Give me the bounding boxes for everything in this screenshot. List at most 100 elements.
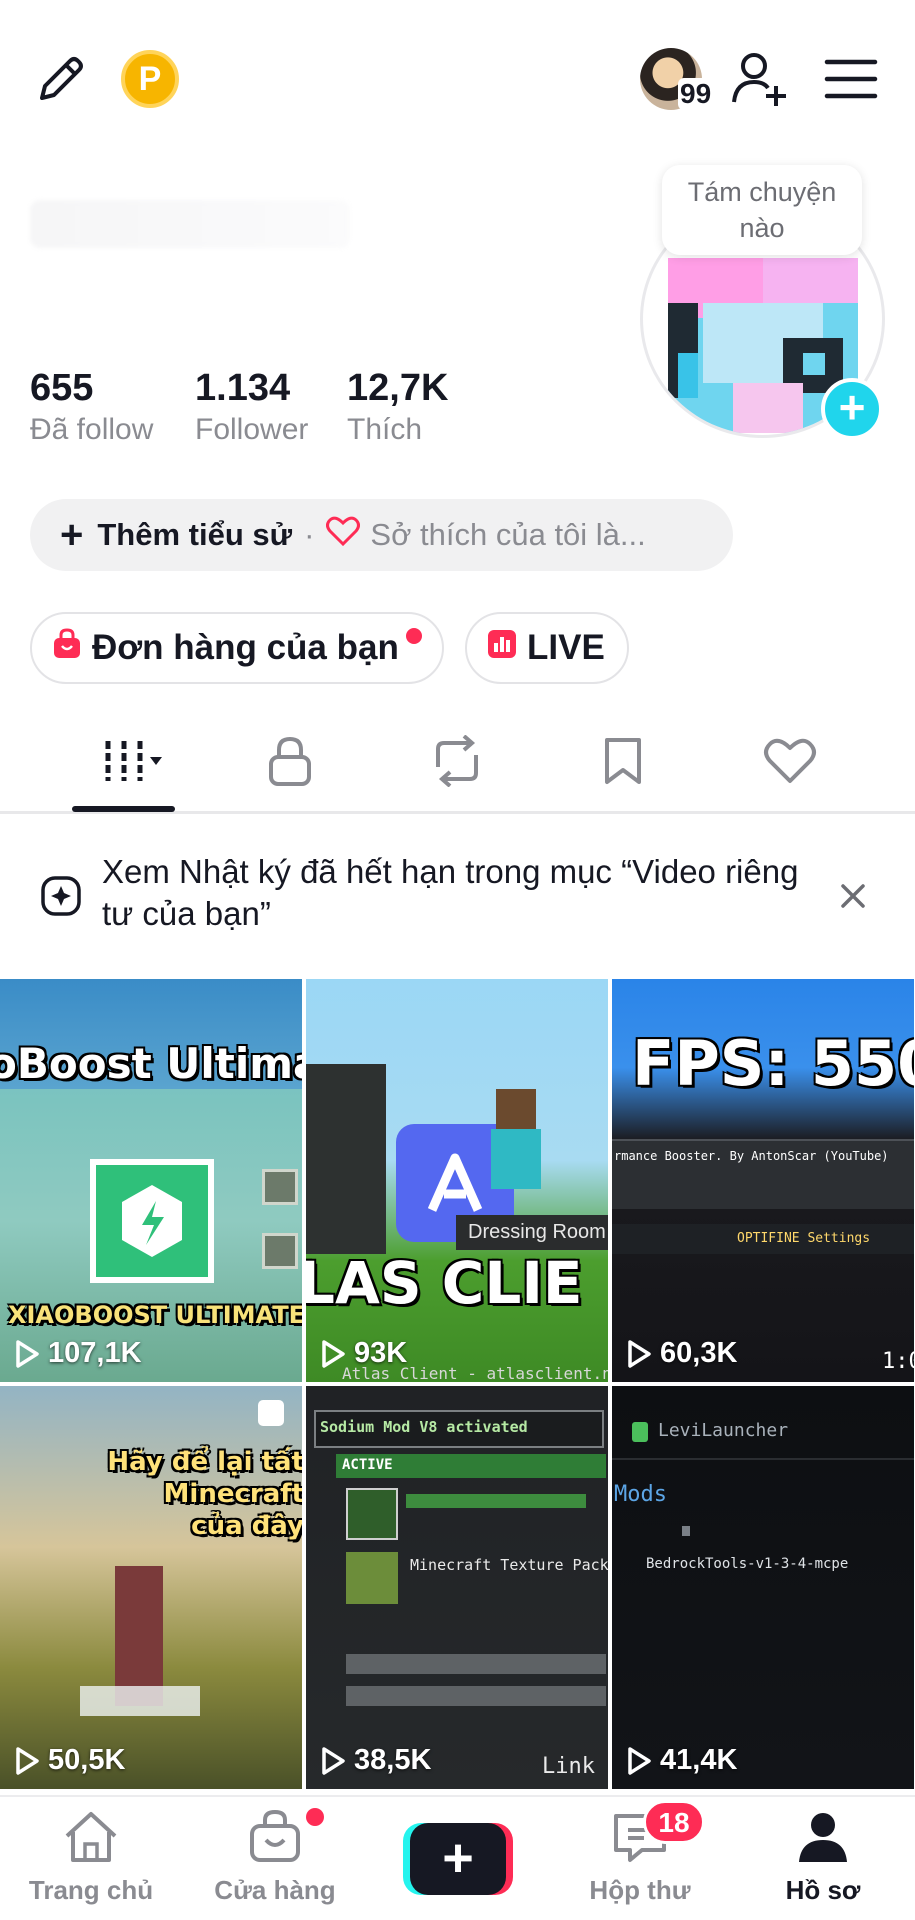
tab-liked[interactable]: [740, 718, 840, 808]
bio-pill[interactable]: + Thêm tiểu sử · Sở thích của tôi là...: [30, 499, 733, 571]
thumb-decor: [682, 1526, 690, 1536]
grid-icon: [84, 735, 164, 792]
thumb-caption: ACTIVE: [342, 1457, 393, 1473]
thumb-title: FPS: 550: [632, 1027, 914, 1100]
expired-stories-notice[interactable]: Xem Nhật ký đã hết hạn trong mục “Video …: [0, 845, 915, 963]
thumb-subtitle: rmance Booster. By AntonScar (YouTube): [614, 1149, 889, 1163]
shop-notification-dot: [306, 1808, 324, 1826]
thumb-decor: [306, 1064, 386, 1254]
live-button[interactable]: LIVE: [465, 612, 629, 684]
plus-icon: +: [60, 513, 84, 557]
thumb-caption: XIAOBOOST ULTIMATE: [8, 1301, 302, 1329]
nav-profile[interactable]: Hồ sơ: [738, 1797, 908, 1920]
shopping-bag-icon: [248, 1808, 302, 1869]
profile-tabs: [0, 718, 915, 814]
orders-notification-dot: [406, 628, 422, 644]
notice-text: Xem Nhật ký đã hết hạn trong mục “Video …: [102, 853, 799, 932]
thumb-decor: [346, 1686, 606, 1706]
view-count-text: 50,5K: [48, 1744, 126, 1776]
tab-saved[interactable]: [573, 718, 673, 808]
video-thumbnail[interactable]: LeviLauncher Mods BedrockTools-v1-3-4-mc…: [612, 1386, 914, 1789]
view-count: 93K: [320, 1337, 407, 1370]
steve-body: [491, 1129, 541, 1189]
plus-icon: +: [838, 381, 866, 433]
nav-home[interactable]: Trang chủ: [6, 1797, 176, 1920]
following-stat[interactable]: 655 Đã follow: [30, 366, 153, 448]
sodium-logo: [346, 1488, 398, 1540]
thumb-caption: Mods: [614, 1482, 667, 1507]
plus-icon: +: [442, 1828, 474, 1888]
following-count: 655: [30, 367, 94, 409]
heart-icon: [763, 737, 817, 790]
view-count-text: 93K: [354, 1337, 408, 1369]
add-user-icon: [730, 48, 792, 115]
thumb-decor: [346, 1654, 606, 1674]
bio-separator: ·: [304, 517, 315, 552]
avatar-tooltip[interactable]: Tám chuyện nào: [662, 165, 862, 255]
bio-hint: Sở thích của tôi là...: [370, 517, 646, 552]
orders-label: Đơn hàng của bạn: [92, 628, 399, 667]
xiaoboost-logo: [90, 1159, 214, 1283]
active-tab-indicator: [72, 806, 175, 812]
edit-profile-button[interactable]: [30, 50, 92, 112]
tab-reposts[interactable]: [407, 718, 507, 808]
followers-label: Follower: [195, 413, 309, 446]
grass-block: [346, 1552, 398, 1604]
tab-private[interactable]: [240, 718, 340, 808]
bottom-nav: Trang chủ Cửa hàng + Hộp thư Hồ sơ: [0, 1795, 915, 1920]
sparkle-icon: [40, 875, 82, 922]
hamburger-icon: [824, 57, 878, 106]
add-friend-button[interactable]: [730, 50, 792, 112]
view-count-text: 41,4K: [660, 1744, 738, 1776]
likes-count: 12,7K: [347, 367, 449, 409]
tab-videos[interactable]: [74, 718, 174, 808]
followers-stat[interactable]: 1.134 Follower: [195, 366, 308, 448]
likes-stat[interactable]: 12,7K Thích: [347, 366, 448, 448]
thumb-title: LeviLauncher: [658, 1420, 789, 1441]
live-chart-icon: [487, 628, 517, 668]
shopping-bag-icon: [52, 627, 82, 669]
nav-inbox-label: Hộp thư: [589, 1875, 691, 1905]
view-count: 60,3K: [626, 1337, 737, 1370]
profile-icon: [796, 1810, 850, 1869]
video-thumbnail[interactable]: Hãy để lại tất Minecraft của đây 50,5K: [0, 1386, 302, 1789]
thumb-overlay: Link in: [542, 1754, 608, 1779]
nav-shop[interactable]: Cửa hàng: [190, 1797, 360, 1920]
view-count-text: 107,1K: [48, 1337, 142, 1369]
likes-label: Thích: [347, 413, 423, 446]
thumb-decor: [262, 1233, 298, 1269]
nav-home-label: Trang chủ: [28, 1875, 154, 1905]
view-count-text: 38,5K: [354, 1744, 432, 1776]
video-thumbnail[interactable]: Dressing Room LAS CLIE Atlas Client - at…: [306, 979, 608, 1382]
nav-shop-label: Cửa hàng: [214, 1875, 336, 1905]
coin-button[interactable]: P: [121, 50, 179, 108]
avatar-count-badge: 99: [678, 78, 714, 110]
create-button[interactable]: +: [403, 1823, 513, 1895]
thumb-subtitle: Minecraft Texture Pack: [410, 1556, 608, 1574]
pencil-icon: [34, 52, 88, 111]
menu-button[interactable]: [820, 50, 882, 112]
video-thumbnail[interactable]: FPS: 550 rmance Booster. By AntonScar (Y…: [612, 979, 914, 1382]
video-thumbnail[interactable]: oBoost Ultima XIAOBOOST ULTIMATE 107,1K: [0, 979, 302, 1382]
view-count: 107,1K: [14, 1337, 142, 1370]
leaf-icon: [632, 1422, 648, 1442]
video-thumbnail[interactable]: Sodium Mod V8 activated ACTIVE Minecraft…: [306, 1386, 608, 1789]
view-count: 41,4K: [626, 1744, 737, 1777]
repost-icon: [428, 733, 486, 792]
steve-head: [496, 1089, 536, 1129]
heart-icon: [326, 516, 361, 554]
close-icon[interactable]: [838, 881, 868, 916]
add-story-button[interactable]: +: [821, 378, 883, 440]
view-count: 38,5K: [320, 1744, 431, 1777]
followers-count: 1.134: [195, 367, 291, 409]
view-count-text: 60,3K: [660, 1337, 738, 1369]
thumb-decor: [80, 1686, 200, 1716]
coin-icon: P: [138, 59, 162, 98]
orders-button[interactable]: Đơn hàng của bạn: [30, 612, 444, 684]
thumb-subtitle: BedrockTools-v1-3-4-mcpe: [646, 1556, 849, 1572]
thumb-title: LAS CLIE: [306, 1249, 583, 1317]
live-label: LIVE: [527, 628, 605, 667]
inbox-badge: 18: [643, 1800, 705, 1844]
lock-icon: [267, 735, 313, 792]
thumb-title: Hãy để lại tất Minecraft của đây: [107, 1447, 302, 1541]
